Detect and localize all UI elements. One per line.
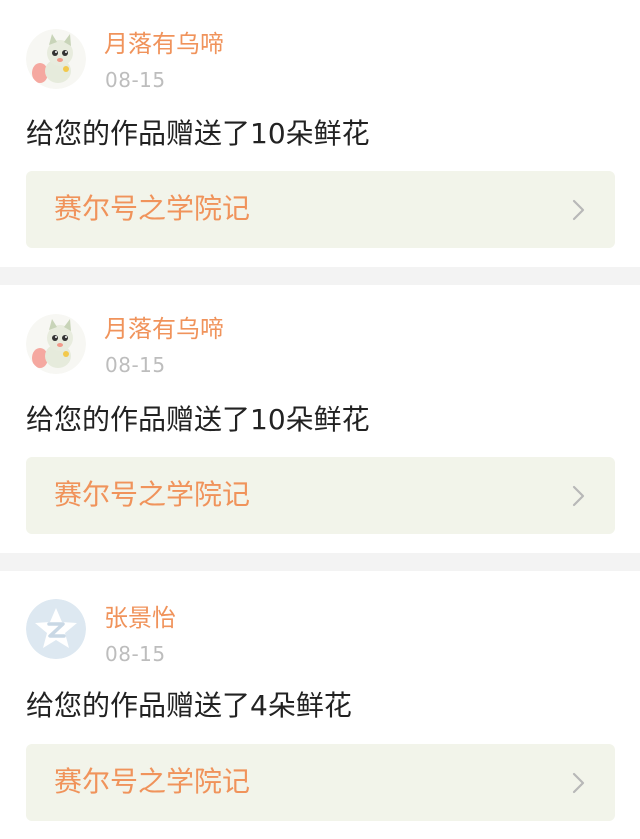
user-name[interactable]: 张景怡 — [104, 602, 176, 634]
gift-message: 给您的作品赠送了10朵鲜花 — [26, 403, 370, 436]
divider — [0, 267, 640, 285]
work-link[interactable]: 赛尔号之学院记 — [26, 171, 615, 248]
work-title: 赛尔号之学院记 — [54, 765, 251, 798]
cartoon-cat-avatar-icon[interactable] — [26, 29, 86, 89]
timestamp: 08-15 — [105, 68, 166, 92]
user-name[interactable]: 月落有乌啼 — [104, 313, 224, 345]
work-title: 赛尔号之学院记 — [54, 478, 251, 511]
divider — [0, 553, 640, 571]
chevron-right-icon — [569, 771, 589, 795]
notification-card: 月落有乌啼 08-15 给您的作品赠送了10朵鲜花 赛尔号之学院记 — [0, 285, 640, 552]
work-link[interactable]: 赛尔号之学院记 — [26, 457, 615, 534]
user-name[interactable]: 月落有乌啼 — [104, 28, 224, 60]
gift-message: 给您的作品赠送了10朵鲜花 — [26, 117, 370, 150]
timestamp: 08-15 — [105, 642, 166, 666]
notification-card: 月落有乌啼 08-15 给您的作品赠送了10朵鲜花 赛尔号之学院记 — [0, 0, 640, 267]
cartoon-cat-avatar-icon[interactable] — [26, 314, 86, 374]
chevron-right-icon — [569, 198, 589, 222]
gift-message: 给您的作品赠送了4朵鲜花 — [26, 689, 352, 722]
timestamp: 08-15 — [105, 353, 166, 377]
notification-card: 张景怡 08-15 给您的作品赠送了4朵鲜花 赛尔号之学院记 — [0, 572, 640, 839]
work-link[interactable]: 赛尔号之学院记 — [26, 744, 615, 821]
notification-feed: 月落有乌啼 08-15 给您的作品赠送了10朵鲜花 赛尔号之学院记 月落有乌啼 … — [0, 0, 640, 839]
qq-default-avatar-icon[interactable] — [26, 599, 86, 659]
work-title: 赛尔号之学院记 — [54, 192, 251, 225]
chevron-right-icon — [569, 484, 589, 508]
